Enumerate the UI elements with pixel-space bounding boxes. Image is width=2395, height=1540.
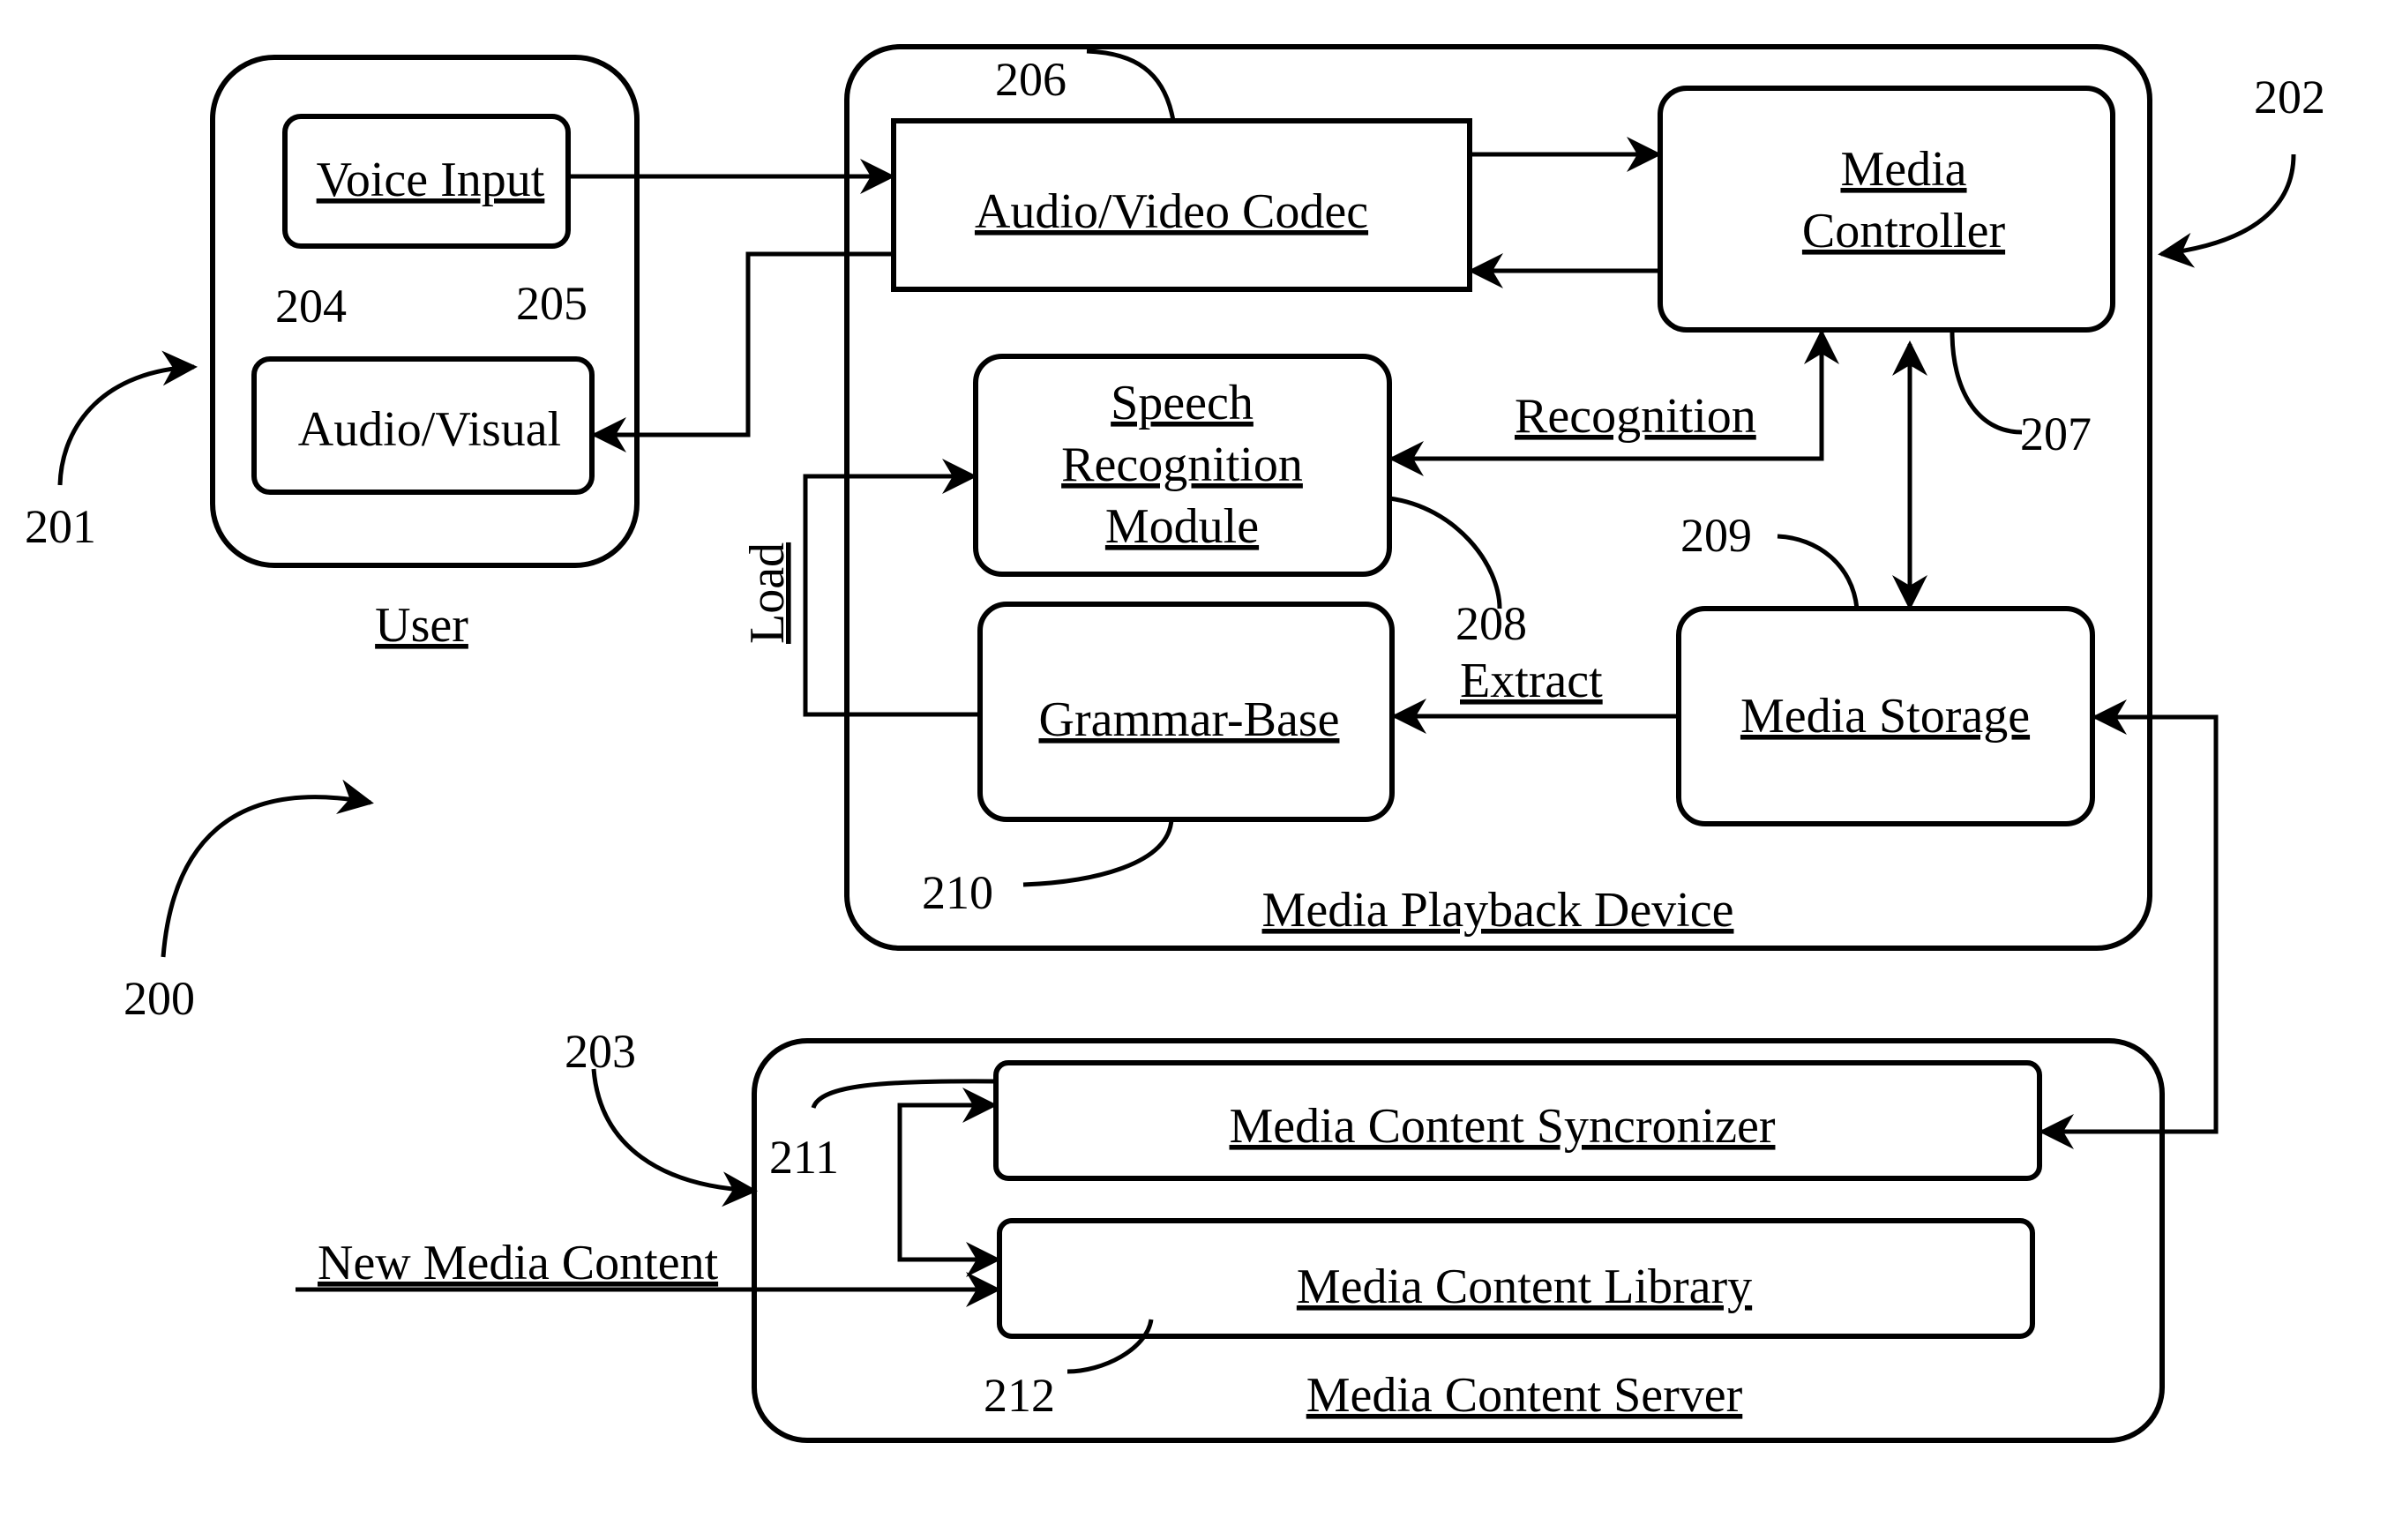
edge-sync-storage xyxy=(2042,699,2219,1134)
media-controller-label-2: Controller xyxy=(1802,204,2006,258)
load-edge-label: Load xyxy=(740,542,795,644)
library-label: Media Content Library xyxy=(1297,1260,1752,1314)
media-content-server-label: Media Content Server xyxy=(1306,1368,1743,1423)
speech-recognition-label-3: Module xyxy=(1105,499,1259,554)
leader-202 xyxy=(2158,153,2296,268)
media-controller-label-1: Media xyxy=(1840,142,1966,197)
ref-206: 206 xyxy=(995,53,1067,106)
ref-207: 207 xyxy=(2020,407,2092,460)
codec-label: Audio/Video Codec xyxy=(975,184,1368,239)
synchronizer-label: Media Content Syncronizer xyxy=(1230,1099,1776,1154)
ref-208: 208 xyxy=(1456,597,1527,650)
media-playback-device-label: Media Playback Device xyxy=(1262,883,1734,938)
edge-load xyxy=(803,459,980,717)
leader-203 xyxy=(591,1068,758,1207)
voice-input-label: Voice Input xyxy=(317,153,545,207)
leader-200 xyxy=(161,779,374,958)
ref-203: 203 xyxy=(565,1025,636,1078)
new-media-content-label: New Media Content xyxy=(318,1236,719,1290)
ref-210: 210 xyxy=(922,866,993,919)
edge-sync-library xyxy=(897,1103,1001,1277)
audio-visual-label: Audio/Visual xyxy=(298,402,561,457)
ref-212: 212 xyxy=(984,1369,1055,1422)
leader-207 xyxy=(1950,331,2023,435)
leader-206 xyxy=(1086,49,1176,122)
system-diagram: Voice Input Audio/Visual User Audio/Vide… xyxy=(25,44,2325,1443)
user-label: User xyxy=(375,598,468,653)
ref-205: 205 xyxy=(516,277,588,330)
ref-202: 202 xyxy=(2254,71,2325,123)
leader-210 xyxy=(1022,819,1174,887)
speech-recognition-label-2: Recognition xyxy=(1061,437,1303,492)
leader-212 xyxy=(1067,1319,1154,1374)
speech-recognition-label-1: Speech xyxy=(1111,376,1254,430)
ref-209: 209 xyxy=(1680,509,1752,562)
leader-208 xyxy=(1388,496,1502,609)
extract-edge-label: Extract xyxy=(1460,654,1603,708)
recognition-edge-label: Recognition xyxy=(1515,389,1756,444)
ref-201: 201 xyxy=(25,500,96,553)
media-storage-label: Media Storage xyxy=(1740,689,2030,744)
grammar-base-label: Grammar-Base xyxy=(1039,692,1340,747)
ref-200: 200 xyxy=(123,972,195,1025)
leader-201 xyxy=(57,350,198,486)
leader-209 xyxy=(1777,534,1860,609)
ref-204: 204 xyxy=(275,280,347,333)
ref-211: 211 xyxy=(769,1131,839,1184)
